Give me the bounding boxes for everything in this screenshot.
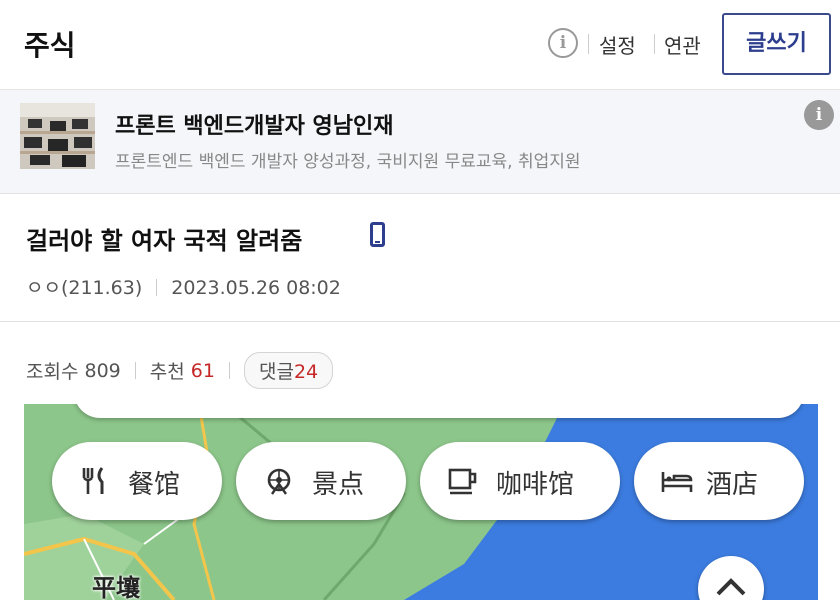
comments-button[interactable]: 댓글24 <box>243 352 334 389</box>
settings-link[interactable]: 설정 <box>599 30 636 59</box>
board-title[interactable]: 주식 <box>24 24 76 64</box>
ad-description: 프론트엔드 백엔드 개발자 양성과정, 국비지원 무료교육, 취업지원 <box>115 152 581 172</box>
chip-label: 餐馆 <box>128 470 181 500</box>
chip-hotel[interactable]: 酒店 <box>634 442 804 520</box>
chip-restaurant[interactable]: 餐馆 <box>52 442 222 520</box>
post-title: 걸러야 할 여자 국적 알려줌 <box>26 227 303 255</box>
author[interactable]: ㅇㅇ(211.63) <box>26 277 142 299</box>
divider <box>0 321 840 322</box>
post-datetime: 2023.05.26 08:02 <box>171 277 341 299</box>
cafe-icon <box>448 468 477 495</box>
write-button[interactable]: 글쓰기 <box>722 13 831 75</box>
ad-banner[interactable]: 프론트 백엔드개발자 영남인재 프론트엔드 백엔드 개발자 양성과정, 국비지원… <box>0 90 840 194</box>
views-count: 809 <box>84 359 121 382</box>
hotel-icon <box>661 472 693 492</box>
views-label: 조회수 <box>26 361 79 383</box>
divider <box>588 34 589 54</box>
ad-headline[interactable]: 프론트 백엔드개발자 영남인재 <box>115 108 393 140</box>
chevron-up-icon <box>716 578 746 596</box>
divider <box>654 34 655 54</box>
info-icon[interactable]: i <box>548 28 578 58</box>
divider <box>134 362 136 379</box>
post-image-map: 餐馆 景点 咖啡馆 酒店 平壤 <box>24 404 818 600</box>
divider <box>228 362 230 379</box>
likes-label: 추천 <box>149 361 185 383</box>
expand-button[interactable] <box>698 556 764 600</box>
divider <box>156 279 158 296</box>
map-search-bar[interactable] <box>74 404 804 418</box>
top-bar: 주식 i 설정 연관 글쓰기 <box>0 0 840 90</box>
chip-label: 景点 <box>312 470 365 500</box>
chip-cafe[interactable]: 咖啡馆 <box>420 442 620 520</box>
post-stats: 조회수 809 추천 61 댓글24 <box>26 352 334 389</box>
chip-label: 咖啡馆 <box>496 470 575 500</box>
map-city-label: 平壤 <box>92 574 140 600</box>
likes-count: 61 <box>190 359 215 382</box>
comments-count: 24 <box>293 361 319 383</box>
attraction-icon <box>267 468 291 495</box>
chip-label: 酒店 <box>706 470 759 500</box>
ad-thumbnail[interactable] <box>20 103 95 169</box>
restaurant-icon <box>82 467 104 494</box>
chip-attraction[interactable]: 景点 <box>236 442 406 520</box>
post-meta: ㅇㅇ(211.63) 2023.05.26 08:02 <box>26 273 341 300</box>
mobile-icon <box>370 222 385 247</box>
related-link[interactable]: 연관 <box>664 30 701 59</box>
comments-label: 댓글 <box>258 361 294 383</box>
info-icon[interactable]: i <box>804 100 834 130</box>
